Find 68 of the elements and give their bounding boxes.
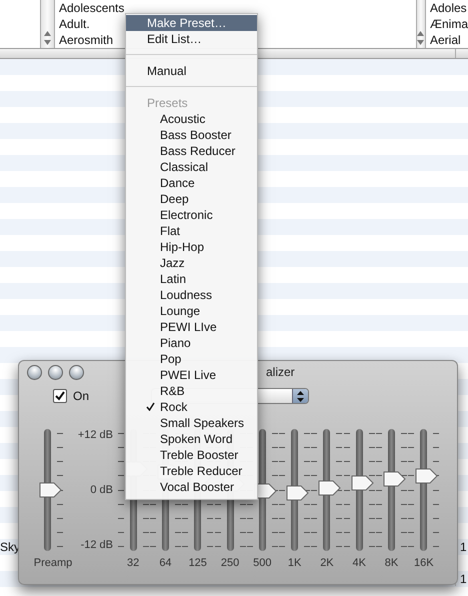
- menu-item[interactable]: PEWI LIve: [126, 319, 257, 335]
- menu-item[interactable]: Piano: [126, 335, 257, 351]
- list-item[interactable]: Aerosmith: [59, 32, 124, 48]
- menu-item[interactable]: Edit List…: [126, 31, 257, 47]
- band-label: 4K: [352, 557, 366, 569]
- scroll-up-icon[interactable]: [44, 31, 51, 36]
- menu-item[interactable]: Dance: [126, 175, 257, 191]
- band-label: 1K: [288, 557, 302, 569]
- window-title: alizer: [266, 365, 295, 379]
- list-item[interactable]: Adult.: [59, 16, 124, 32]
- menu-item[interactable]: Manual: [126, 63, 257, 79]
- band-label: 64: [159, 557, 172, 569]
- menu-item[interactable]: Make Preset…: [126, 15, 257, 31]
- band-label: 8K: [384, 557, 398, 569]
- scroll-bar[interactable]: [416, 0, 426, 48]
- slider-thumb[interactable]: [415, 468, 440, 484]
- slider-thumb[interactable]: [383, 471, 408, 488]
- minimize-icon[interactable]: [48, 364, 63, 380]
- menu-item[interactable]: Lounge: [126, 303, 257, 319]
- slider-thumb[interactable]: [350, 474, 375, 491]
- menu-item[interactable]: Bass Reducer: [126, 143, 257, 159]
- list-item[interactable]: Aerial: [430, 32, 468, 48]
- scroll-up-icon[interactable]: [417, 31, 424, 36]
- menu-item[interactable]: Treble Booster: [126, 447, 257, 463]
- scale-label: 0 dB: [90, 484, 113, 496]
- slider-thumb[interactable]: [318, 480, 342, 496]
- menu-item[interactable]: R&B: [126, 383, 257, 399]
- slider-thumb[interactable]: [286, 485, 310, 502]
- menu-item[interactable]: Classical: [126, 159, 257, 175]
- menu-item[interactable]: Bass Booster: [126, 127, 257, 143]
- checkmark-icon: [146, 402, 155, 411]
- menu-item[interactable]: Vocal Booster: [126, 479, 257, 495]
- menu-item[interactable]: Small Speakers: [126, 415, 257, 431]
- band-label: 16K: [414, 557, 434, 569]
- stepper-icon: [297, 390, 304, 402]
- list-item[interactable]: Adoles: [430, 0, 468, 16]
- menu-item[interactable]: Latin: [126, 271, 257, 287]
- menu-item[interactable]: Flat: [126, 223, 257, 239]
- close-icon[interactable]: [27, 364, 42, 380]
- on-checkbox[interactable]: [53, 389, 67, 403]
- preamp-label: Preamp: [34, 557, 72, 569]
- menu-header: Presets: [146, 95, 189, 111]
- menu-item[interactable]: Spoken Word: [126, 431, 257, 447]
- menu-item[interactable]: Treble Reducer: [126, 463, 257, 479]
- list-item[interactable]: Adolescents: [59, 0, 124, 16]
- menu-item[interactable]: Loudness: [126, 287, 257, 303]
- checkbox-label: On: [73, 389, 90, 403]
- list-item[interactable]: Ænima: [430, 16, 468, 32]
- menu-item[interactable]: Pop: [126, 351, 257, 367]
- menu-item[interactable]: PWEI Live: [126, 367, 257, 383]
- scale-label: -12 dB: [80, 539, 113, 551]
- band-label: 2K: [320, 557, 334, 569]
- band-label: 250: [220, 557, 240, 569]
- band-label: 125: [188, 557, 207, 569]
- menu-item[interactable]: Hip-Hop: [126, 239, 257, 255]
- band-label: 32: [127, 557, 140, 569]
- zoom-icon[interactable]: [69, 364, 84, 380]
- scroll-bar[interactable]: [40, 0, 55, 48]
- menu-item[interactable]: Electronic: [126, 207, 257, 223]
- scroll-down-icon[interactable]: [44, 40, 51, 45]
- slider-thumb[interactable]: [38, 482, 62, 498]
- menu-item[interactable]: Acoustic: [126, 111, 257, 127]
- menu-item[interactable]: Deep: [126, 191, 257, 207]
- menu-item[interactable]: Jazz: [126, 255, 257, 271]
- scale-label: +12 dB: [78, 429, 113, 441]
- scroll-down-icon[interactable]: [417, 40, 424, 45]
- menu-item[interactable]: Rock: [126, 399, 257, 415]
- band-label: 500: [253, 557, 272, 569]
